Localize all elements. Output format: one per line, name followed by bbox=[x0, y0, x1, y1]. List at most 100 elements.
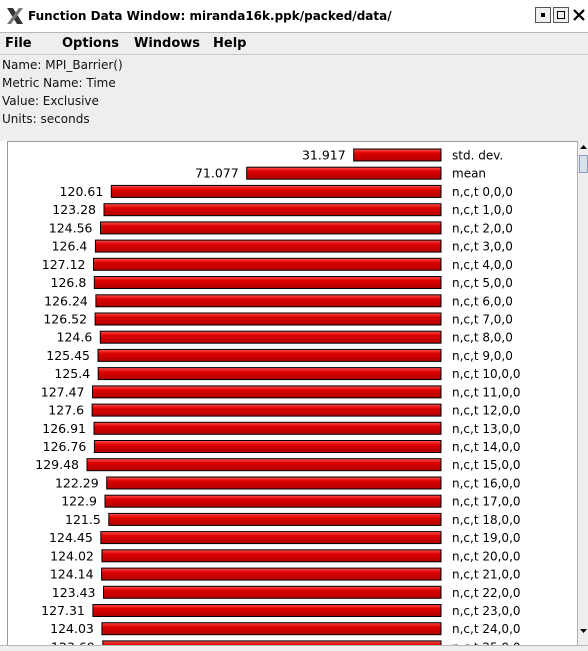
category-label-2: n,c,t 0,0,0 bbox=[452, 185, 513, 199]
value-label-14: 127.6 bbox=[48, 403, 84, 418]
category-label-20: n,c,t 18,0,0 bbox=[452, 513, 521, 527]
scroll-down-arrow-icon[interactable] bbox=[578, 625, 588, 637]
value-label-24: 123.43 bbox=[52, 585, 96, 600]
title-bar: Function Data Window: miranda16k.ppk/pac… bbox=[0, 0, 588, 33]
value-label-11: 125.45 bbox=[46, 348, 90, 363]
category-label-5: n,c,t 3,0,0 bbox=[452, 240, 513, 254]
bar-5[interactable] bbox=[94, 239, 442, 253]
close-icon[interactable] bbox=[571, 7, 587, 23]
value-label-7: 126.8 bbox=[51, 275, 87, 290]
category-label-11: n,c,t 9,0,0 bbox=[452, 349, 513, 363]
menu-options[interactable]: Options bbox=[62, 36, 119, 51]
category-label-0: std. dev. bbox=[452, 149, 503, 163]
function-name: Name: MPI_Barrier() bbox=[2, 58, 123, 72]
category-label-7: n,c,t 5,0,0 bbox=[452, 276, 513, 290]
value-label-3: 123.28 bbox=[52, 202, 96, 217]
value-label-4: 124.56 bbox=[49, 220, 93, 235]
maximize-button[interactable] bbox=[553, 7, 569, 23]
value-label-23: 124.14 bbox=[50, 567, 94, 582]
category-label-18: n,c,t 16,0,0 bbox=[452, 477, 521, 491]
bar-10[interactable] bbox=[99, 330, 442, 344]
category-label-6: n,c,t 4,0,0 bbox=[452, 258, 513, 272]
bar-15[interactable] bbox=[93, 421, 442, 435]
bar-19[interactable] bbox=[104, 494, 442, 508]
value-label-8: 126.24 bbox=[44, 293, 88, 308]
category-label-4: n,c,t 2,0,0 bbox=[452, 221, 513, 235]
bar-4[interactable] bbox=[100, 221, 442, 235]
value-label-1: 71.077 bbox=[195, 166, 239, 181]
bar-18[interactable] bbox=[106, 476, 442, 490]
function-info-panel: Name: MPI_Barrier() Metric Name: Time Va… bbox=[0, 55, 588, 141]
bar-6[interactable] bbox=[93, 257, 442, 271]
category-label-19: n,c,t 17,0,0 bbox=[452, 495, 521, 509]
menu-windows[interactable]: Windows bbox=[134, 36, 200, 51]
category-label-24: n,c,t 22,0,0 bbox=[452, 586, 521, 600]
bar-chart: 31.917 std. dev. 71.077 mean 120.61 n,c,t 0,0… bbox=[35, 148, 521, 650]
bar-20[interactable] bbox=[108, 512, 442, 526]
bar-7[interactable] bbox=[93, 276, 442, 289]
category-label-15: n,c,t 13,0,0 bbox=[452, 422, 521, 436]
value-label-20: 121.5 bbox=[65, 512, 101, 527]
units: Units: seconds bbox=[2, 112, 90, 126]
bar-chart-panel: 31.917 std. dev. 71.077 mean 120.61 n,c,t 0,0… bbox=[7, 141, 578, 651]
category-label-22: n,c,t 20,0,0 bbox=[452, 549, 521, 563]
scroll-up-arrow-icon[interactable] bbox=[578, 141, 588, 153]
category-label-14: n,c,t 12,0,0 bbox=[452, 404, 521, 418]
menu-file[interactable]: File bbox=[5, 36, 32, 51]
minimize-button[interactable] bbox=[535, 7, 551, 23]
category-label-16: n,c,t 14,0,0 bbox=[452, 440, 521, 454]
bar-13[interactable] bbox=[92, 385, 442, 399]
category-label-3: n,c,t 1,0,0 bbox=[452, 203, 513, 217]
category-label-1: mean bbox=[452, 167, 486, 181]
value-label-12: 125.4 bbox=[54, 366, 90, 381]
x-window-icon bbox=[7, 8, 23, 24]
bar-24[interactable] bbox=[103, 585, 442, 599]
category-label-23: n,c,t 21,0,0 bbox=[452, 568, 521, 582]
value-label-2: 120.61 bbox=[60, 184, 104, 199]
category-label-9: n,c,t 7,0,0 bbox=[452, 313, 513, 327]
category-label-21: n,c,t 19,0,0 bbox=[452, 531, 521, 545]
scroll-thumb[interactable] bbox=[579, 155, 588, 173]
metric-name: Metric Name: Time bbox=[2, 76, 116, 90]
value-label-13: 127.47 bbox=[41, 384, 85, 399]
menu-help[interactable]: Help bbox=[213, 36, 246, 51]
value-label-18: 122.29 bbox=[55, 476, 99, 491]
category-label-12: n,c,t 10,0,0 bbox=[452, 367, 521, 381]
menu-bar: File Options Windows Help bbox=[0, 33, 588, 55]
bar-17[interactable] bbox=[86, 458, 442, 472]
bar-12[interactable] bbox=[97, 367, 442, 381]
value-label-19: 122.9 bbox=[61, 494, 97, 509]
bar-23[interactable] bbox=[101, 567, 442, 581]
bar-16[interactable] bbox=[93, 440, 442, 453]
bar-21[interactable] bbox=[100, 531, 442, 545]
category-label-17: n,c,t 15,0,0 bbox=[452, 458, 521, 472]
value-label-26: 124.03 bbox=[50, 621, 94, 636]
value-label-6: 127.12 bbox=[42, 257, 86, 272]
bar-1[interactable] bbox=[246, 166, 442, 180]
bar-25[interactable] bbox=[92, 604, 442, 617]
value-label-22: 124.02 bbox=[50, 548, 94, 563]
value-type: Value: Exclusive bbox=[2, 94, 99, 108]
bar-11[interactable] bbox=[97, 348, 442, 362]
category-label-26: n,c,t 24,0,0 bbox=[452, 622, 521, 636]
bar-26[interactable] bbox=[101, 622, 442, 636]
bar-0[interactable] bbox=[353, 148, 442, 162]
value-label-21: 124.45 bbox=[49, 530, 93, 545]
category-label-25: n,c,t 23,0,0 bbox=[452, 604, 521, 618]
bar-9[interactable] bbox=[94, 312, 442, 326]
value-label-16: 126.76 bbox=[43, 439, 87, 454]
vertical-scrollbar[interactable] bbox=[577, 141, 588, 651]
value-label-17: 129.48 bbox=[35, 457, 79, 472]
bar-3[interactable] bbox=[103, 203, 442, 217]
category-label-8: n,c,t 6,0,0 bbox=[452, 294, 513, 308]
value-label-5: 126.4 bbox=[52, 239, 88, 254]
bar-22[interactable] bbox=[101, 549, 442, 563]
value-label-10: 124.6 bbox=[57, 330, 93, 345]
bar-8[interactable] bbox=[95, 294, 442, 308]
value-label-9: 126.52 bbox=[43, 312, 87, 327]
window-title: Function Data Window: miranda16k.ppk/pac… bbox=[28, 9, 392, 23]
value-label-0: 31.917 bbox=[302, 148, 346, 163]
bar-2[interactable] bbox=[110, 184, 442, 198]
bar-14[interactable] bbox=[91, 403, 442, 417]
category-label-13: n,c,t 11,0,0 bbox=[452, 385, 521, 399]
